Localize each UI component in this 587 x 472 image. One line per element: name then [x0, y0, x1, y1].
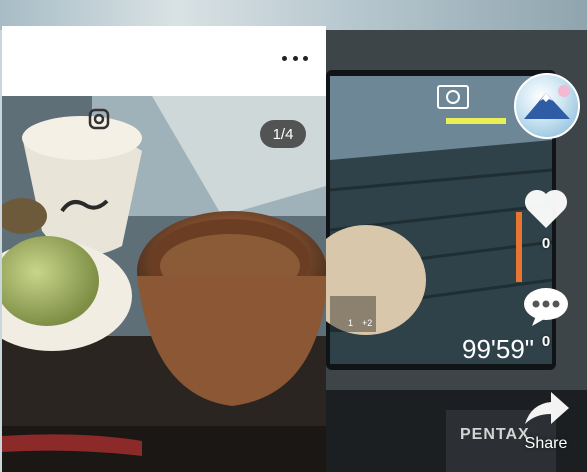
share-action[interactable]: Share: [516, 390, 576, 453]
share-arrow-icon: [525, 392, 569, 424]
like-action[interactable]: 0: [516, 186, 576, 252]
heart-icon: [524, 189, 568, 228]
comment-action[interactable]: 0: [516, 286, 576, 350]
post-photo[interactable]: 1/4: [2, 96, 326, 472]
more-icon: [282, 55, 287, 61]
post-card: 1/4: [2, 26, 326, 472]
like-count: 0: [541, 235, 551, 252]
mount-fuji-icon: [524, 85, 570, 119]
exposure-right-label: +2: [362, 318, 373, 328]
comment-bubble-icon: [524, 288, 568, 326]
exposure-left-label: 1: [348, 318, 354, 328]
post-header: [2, 26, 326, 96]
author-avatar[interactable]: [514, 73, 580, 139]
more-options-button[interactable]: [282, 50, 308, 66]
page-counter: 1/4: [260, 120, 306, 148]
matcha-photo-illustration: [2, 96, 326, 472]
share-label: Share: [524, 435, 568, 452]
comment-count: 0: [541, 333, 551, 350]
exposure-scale: 1 +2: [330, 296, 376, 332]
